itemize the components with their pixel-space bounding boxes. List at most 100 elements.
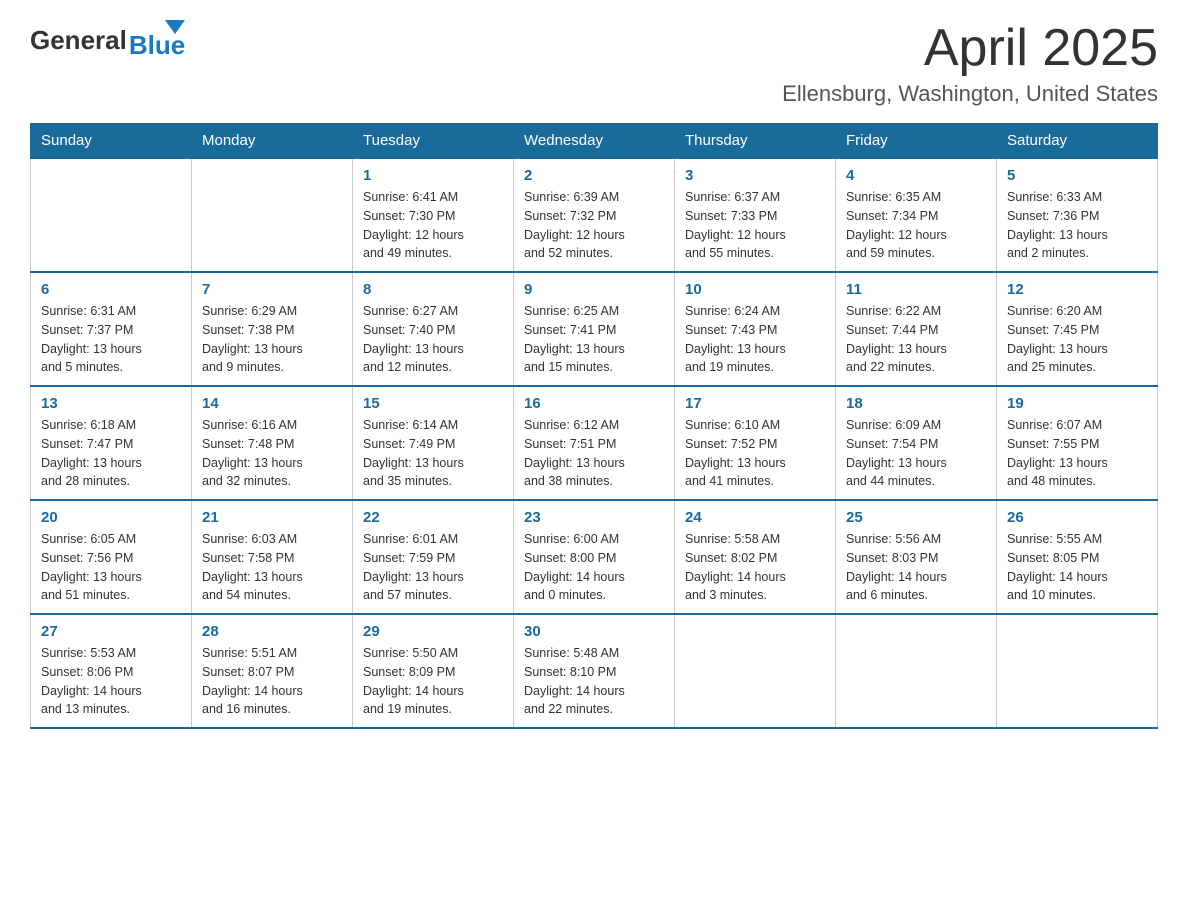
day-info: Sunrise: 6:12 AM Sunset: 7:51 PM Dayligh…: [524, 416, 664, 491]
day-number: 3: [685, 167, 825, 184]
calendar-week-row: 20 Sunrise: 6:05 AM Sunset: 7:56 PM Dayli…: [31, 500, 1158, 614]
logo-blue-text: Blue: [129, 30, 185, 61]
day-info: Sunrise: 6:31 AM Sunset: 7:37 PM Dayligh…: [41, 302, 181, 377]
day-number: 4: [846, 167, 986, 184]
calendar-cell: 26Sunrise: 5:55 AM Sunset: 8:05 PM Dayli…: [997, 500, 1158, 614]
day-number: 29: [363, 623, 503, 640]
calendar-cell: [836, 614, 997, 728]
day-info: Sunrise: 6:39 AM Sunset: 7:32 PM Dayligh…: [524, 188, 664, 263]
day-number: 13: [41, 395, 181, 412]
day-info: Sunrise: 5:58 AM Sunset: 8:02 PM Dayligh…: [685, 530, 825, 605]
weekday-header-sunday: Sunday: [31, 124, 192, 159]
calendar-cell: 23 Sunrise: 6:00 AM Sunset: 8:00 PM Dayli…: [514, 500, 675, 614]
calendar-week-row: 1 Sunrise: 6:41 AM Sunset: 7:30 PM Daylig…: [31, 158, 1158, 272]
weekday-header-monday: Monday: [192, 124, 353, 159]
calendar-cell: 1 Sunrise: 6:41 AM Sunset: 7:30 PM Daylig…: [353, 158, 514, 272]
calendar-cell: 2Sunrise: 6:39 AM Sunset: 7:32 PM Daylig…: [514, 158, 675, 272]
day-number: 11: [846, 281, 986, 298]
calendar-cell: 11 Sunrise: 6:22 AM Sunset: 7:44 PM Dayli…: [836, 272, 997, 386]
day-info: Sunrise: 6:33 AM Sunset: 7:36 PM Dayligh…: [1007, 188, 1147, 263]
day-info: Sunrise: 6:18 AM Sunset: 7:47 PM Dayligh…: [41, 416, 181, 491]
day-number: 19: [1007, 395, 1147, 412]
day-number: 24: [685, 509, 825, 526]
day-number: 20: [41, 509, 181, 526]
day-info: Sunrise: 5:55 AM Sunset: 8:05 PM Dayligh…: [1007, 530, 1147, 605]
calendar-cell: 12Sunrise: 6:20 AM Sunset: 7:45 PM Dayli…: [997, 272, 1158, 386]
calendar-cell: 6 Sunrise: 6:31 AM Sunset: 7:37 PM Daylig…: [31, 272, 192, 386]
weekday-header-friday: Friday: [836, 124, 997, 159]
day-info: Sunrise: 6:22 AM Sunset: 7:44 PM Dayligh…: [846, 302, 986, 377]
day-number: 1: [363, 167, 503, 184]
day-number: 5: [1007, 167, 1147, 184]
day-number: 25: [846, 509, 986, 526]
day-info: Sunrise: 6:10 AM Sunset: 7:52 PM Dayligh…: [685, 416, 825, 491]
calendar-cell: 3 Sunrise: 6:37 AM Sunset: 7:33 PM Daylig…: [675, 158, 836, 272]
calendar-cell: 25Sunrise: 5:56 AM Sunset: 8:03 PM Dayli…: [836, 500, 997, 614]
day-number: 27: [41, 623, 181, 640]
day-info: Sunrise: 6:20 AM Sunset: 7:45 PM Dayligh…: [1007, 302, 1147, 377]
day-info: Sunrise: 6:00 AM Sunset: 8:00 PM Dayligh…: [524, 530, 664, 605]
calendar-cell: 10 Sunrise: 6:24 AM Sunset: 7:43 PM Dayli…: [675, 272, 836, 386]
calendar-cell: [675, 614, 836, 728]
day-info: Sunrise: 6:14 AM Sunset: 7:49 PM Dayligh…: [363, 416, 503, 491]
day-number: 17: [685, 395, 825, 412]
weekday-header-saturday: Saturday: [997, 124, 1158, 159]
day-info: Sunrise: 6:24 AM Sunset: 7:43 PM Dayligh…: [685, 302, 825, 377]
day-info: Sunrise: 6:29 AM Sunset: 7:38 PM Dayligh…: [202, 302, 342, 377]
calendar-cell: 14 Sunrise: 6:16 AM Sunset: 7:48 PM Dayli…: [192, 386, 353, 500]
calendar-cell: 8Sunrise: 6:27 AM Sunset: 7:40 PM Daylig…: [353, 272, 514, 386]
month-title: April 2025: [782, 20, 1158, 77]
day-info: Sunrise: 6:05 AM Sunset: 7:56 PM Dayligh…: [41, 530, 181, 605]
calendar-cell: [31, 158, 192, 272]
day-info: Sunrise: 6:37 AM Sunset: 7:33 PM Dayligh…: [685, 188, 825, 263]
calendar-cell: 27 Sunrise: 5:53 AM Sunset: 8:06 PM Dayli…: [31, 614, 192, 728]
calendar-table: SundayMondayTuesdayWednesdayThursdayFrid…: [30, 123, 1158, 729]
logo-general-text: General: [30, 25, 127, 56]
day-info: Sunrise: 6:25 AM Sunset: 7:41 PM Dayligh…: [524, 302, 664, 377]
calendar-cell: 30 Sunrise: 5:48 AM Sunset: 8:10 PM Dayli…: [514, 614, 675, 728]
calendar-cell: 9Sunrise: 6:25 AM Sunset: 7:41 PM Daylig…: [514, 272, 675, 386]
day-info: Sunrise: 5:53 AM Sunset: 8:06 PM Dayligh…: [41, 644, 181, 719]
day-number: 18: [846, 395, 986, 412]
day-number: 22: [363, 509, 503, 526]
calendar-cell: 28 Sunrise: 5:51 AM Sunset: 8:07 PM Dayli…: [192, 614, 353, 728]
calendar-cell: [192, 158, 353, 272]
calendar-header-row: SundayMondayTuesdayWednesdayThursdayFrid…: [31, 124, 1158, 159]
day-info: Sunrise: 5:48 AM Sunset: 8:10 PM Dayligh…: [524, 644, 664, 719]
day-info: Sunrise: 6:27 AM Sunset: 7:40 PM Dayligh…: [363, 302, 503, 377]
day-number: 14: [202, 395, 342, 412]
day-number: 30: [524, 623, 664, 640]
logo-blue-part: Blue: [129, 20, 185, 61]
calendar-cell: 5 Sunrise: 6:33 AM Sunset: 7:36 PM Daylig…: [997, 158, 1158, 272]
day-number: 15: [363, 395, 503, 412]
calendar-week-row: 27 Sunrise: 5:53 AM Sunset: 8:06 PM Dayli…: [31, 614, 1158, 728]
day-info: Sunrise: 6:09 AM Sunset: 7:54 PM Dayligh…: [846, 416, 986, 491]
day-number: 10: [685, 281, 825, 298]
day-number: 23: [524, 509, 664, 526]
title-section: April 2025 Ellensburg, Washington, Unite…: [782, 20, 1158, 107]
calendar-cell: [997, 614, 1158, 728]
day-info: Sunrise: 6:41 AM Sunset: 7:30 PM Dayligh…: [363, 188, 503, 263]
day-info: Sunrise: 5:51 AM Sunset: 8:07 PM Dayligh…: [202, 644, 342, 719]
location-subtitle: Ellensburg, Washington, United States: [782, 81, 1158, 107]
day-info: Sunrise: 6:07 AM Sunset: 7:55 PM Dayligh…: [1007, 416, 1147, 491]
day-info: Sunrise: 6:16 AM Sunset: 7:48 PM Dayligh…: [202, 416, 342, 491]
calendar-week-row: 6 Sunrise: 6:31 AM Sunset: 7:37 PM Daylig…: [31, 272, 1158, 386]
day-number: 6: [41, 281, 181, 298]
calendar-cell: 18 Sunrise: 6:09 AM Sunset: 7:54 PM Dayli…: [836, 386, 997, 500]
calendar-cell: 22Sunrise: 6:01 AM Sunset: 7:59 PM Dayli…: [353, 500, 514, 614]
day-info: Sunrise: 6:03 AM Sunset: 7:58 PM Dayligh…: [202, 530, 342, 605]
day-info: Sunrise: 5:50 AM Sunset: 8:09 PM Dayligh…: [363, 644, 503, 719]
calendar-cell: 15 Sunrise: 6:14 AM Sunset: 7:49 PM Dayli…: [353, 386, 514, 500]
calendar-week-row: 13 Sunrise: 6:18 AM Sunset: 7:47 PM Dayli…: [31, 386, 1158, 500]
calendar-cell: 21Sunrise: 6:03 AM Sunset: 7:58 PM Dayli…: [192, 500, 353, 614]
calendar-cell: 7 Sunrise: 6:29 AM Sunset: 7:38 PM Daylig…: [192, 272, 353, 386]
calendar-cell: 20 Sunrise: 6:05 AM Sunset: 7:56 PM Dayli…: [31, 500, 192, 614]
calendar-cell: 29 Sunrise: 5:50 AM Sunset: 8:09 PM Dayli…: [353, 614, 514, 728]
calendar-cell: 16Sunrise: 6:12 AM Sunset: 7:51 PM Dayli…: [514, 386, 675, 500]
day-number: 7: [202, 281, 342, 298]
weekday-header-wednesday: Wednesday: [514, 124, 675, 159]
day-number: 28: [202, 623, 342, 640]
logo: General Blue: [30, 20, 185, 61]
weekday-header-tuesday: Tuesday: [353, 124, 514, 159]
